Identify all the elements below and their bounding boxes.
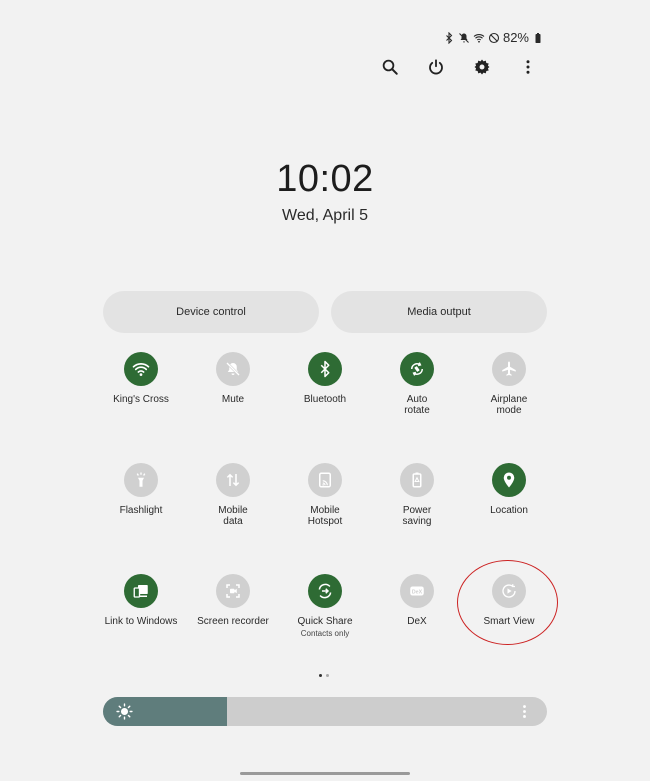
tile-screen-recorder-toggle[interactable] [216, 574, 250, 608]
tile-quick-share[interactable]: Quick Share Contacts only [279, 574, 371, 638]
tile-sublabel: Contacts only [300, 629, 350, 638]
tile-label: Mobile data [218, 505, 248, 527]
tile-power-saving[interactable]: Power saving [371, 463, 463, 527]
tile-location[interactable]: Location [463, 463, 555, 516]
more-vert-icon[interactable] [516, 703, 533, 720]
tile-mute-toggle[interactable] [216, 352, 250, 386]
airplane-icon [502, 361, 516, 376]
tile-flashlight-toggle[interactable] [124, 463, 158, 497]
tile-label: Mobile Hotspot [307, 505, 343, 527]
tile-wifi-toggle[interactable] [124, 352, 158, 386]
page-dot [326, 674, 329, 677]
mute-icon [226, 362, 240, 376]
tile-auto-rotate[interactable]: Auto rotate [371, 352, 463, 416]
tile-label: Smart View [483, 616, 535, 627]
svg-text:DeX: DeX [412, 589, 423, 595]
tile-mobile-data[interactable]: Mobile data [187, 463, 279, 527]
hotspot-icon [319, 472, 331, 488]
power-icon [429, 59, 443, 75]
tile-label: Quick Share [297, 616, 353, 627]
media-output-button[interactable]: Media output [331, 291, 547, 333]
tile-label: Airplane mode [490, 394, 528, 416]
link-windows-icon [133, 585, 148, 598]
status-bar: 82% [443, 30, 544, 45]
device-control-button[interactable]: Device control [103, 291, 319, 333]
more-vert-icon [526, 60, 530, 74]
power-saving-icon [412, 472, 422, 488]
rotate-icon [411, 362, 423, 376]
settings-button[interactable] [467, 52, 497, 82]
mobile-data-icon [226, 473, 240, 487]
tile-mobile-hotspot[interactable]: Mobile Hotspot [279, 463, 371, 527]
tile-location-toggle[interactable] [492, 463, 526, 497]
tile-label: Flashlight [119, 505, 163, 516]
tile-mobile-data-toggle[interactable] [216, 463, 250, 497]
page-indicator [319, 674, 329, 677]
smart-view-icon [502, 584, 516, 598]
tile-label: Location [490, 505, 528, 516]
tile-flashlight[interactable]: Flashlight [95, 463, 187, 516]
tile-smart-view[interactable]: Smart View [463, 574, 555, 627]
battery-percent: 82% [502, 30, 529, 45]
gear-icon [474, 59, 490, 75]
location-icon [503, 472, 515, 488]
tile-dex-toggle[interactable]: DeX [400, 574, 434, 608]
tile-dex[interactable]: DeX DeX [371, 574, 463, 627]
tile-wifi[interactable]: King's Cross [95, 352, 187, 405]
tile-label: King's Cross [113, 394, 169, 405]
clock-date[interactable]: Wed, April 5 [0, 207, 650, 225]
tile-label: Bluetooth [303, 394, 347, 405]
tile-screen-recorder[interactable]: Screen recorder [187, 574, 279, 627]
do-not-disturb-icon [488, 32, 500, 43]
tile-quick-share-toggle[interactable] [308, 574, 342, 608]
clock-time[interactable]: 10:02 [0, 158, 650, 201]
tile-link-to-windows[interactable]: Link to Windows [95, 574, 187, 627]
brightness-slider[interactable] [103, 697, 547, 726]
screen-recorder-icon [226, 584, 240, 598]
wifi-icon [132, 363, 150, 376]
tile-label: Link to Windows [104, 616, 178, 627]
bluetooth-icon [446, 31, 453, 44]
search-icon [382, 59, 398, 75]
tile-mute[interactable]: Mute [187, 352, 279, 405]
tile-auto-rotate-toggle[interactable] [400, 352, 434, 386]
tile-label: Auto rotate [404, 394, 430, 416]
quick-share-icon [318, 583, 332, 599]
home-gesture-bar[interactable] [240, 772, 410, 775]
tile-mobile-hotspot-toggle[interactable] [308, 463, 342, 497]
more-options-button[interactable] [513, 52, 543, 82]
battery-icon [535, 32, 541, 43]
page-dot [319, 674, 322, 677]
tile-label: Mute [221, 394, 245, 405]
tile-link-to-windows-toggle[interactable] [124, 574, 158, 608]
tile-airplane-mode-toggle[interactable] [492, 352, 526, 386]
tile-label: Screen recorder [197, 616, 269, 627]
tile-label: Power saving [402, 505, 432, 527]
search-button[interactable] [375, 52, 405, 82]
tile-bluetooth[interactable]: Bluetooth [279, 352, 371, 405]
tile-bluetooth-toggle[interactable] [308, 352, 342, 386]
tile-airplane-mode[interactable]: Airplane mode [463, 352, 555, 416]
tile-label: DeX [407, 616, 427, 627]
flashlight-icon [136, 472, 146, 487]
tile-smart-view-toggle[interactable] [492, 574, 526, 608]
quick-panel-toolbar [370, 52, 550, 82]
dex-icon: DeX [410, 586, 424, 596]
wifi-icon [473, 33, 485, 43]
bluetooth-icon [320, 360, 330, 378]
sun-icon [116, 703, 133, 720]
tile-power-saving-toggle[interactable] [400, 463, 434, 497]
mute-icon [459, 32, 469, 43]
power-button[interactable] [421, 52, 451, 82]
